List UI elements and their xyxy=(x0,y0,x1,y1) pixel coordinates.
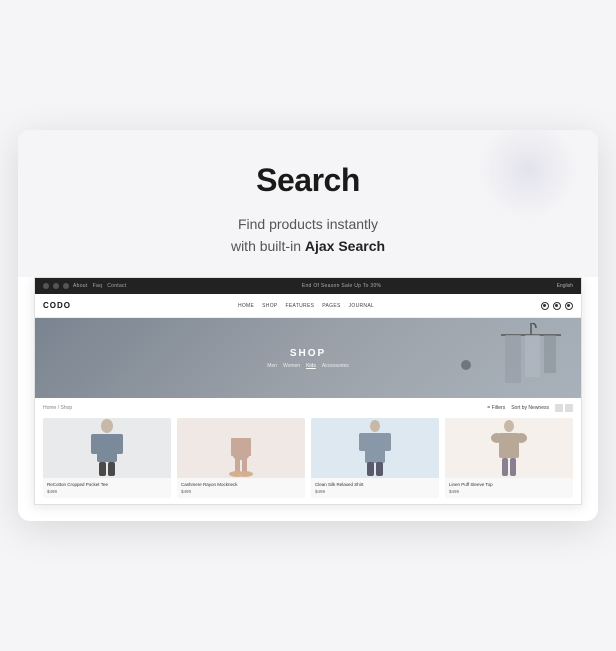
nav-features[interactable]: FEATURES xyxy=(286,303,315,309)
product-card-1: ReCotton Cropped Pocket Tee $499 xyxy=(43,418,171,498)
product-name-3: Clean Silk Relaxed Shirt xyxy=(315,482,435,487)
product-card-2: Cashmere Rayon Mockneck $499 xyxy=(177,418,305,498)
hero-title: SHOP xyxy=(267,348,349,359)
card: Search Find products instantly with buil… xyxy=(18,130,598,522)
topbar-promo: End Of Season Sale Up To 30% xyxy=(302,283,381,289)
product-info-2: Cashmere Rayon Mockneck $499 xyxy=(177,478,305,498)
page-title: Search xyxy=(38,162,578,199)
hero-section: SHOP Men Women Kids Accessories xyxy=(35,318,581,398)
hero-rack xyxy=(491,323,571,398)
nav-links: HOME SHOP FEATURES PAGES JOURNAL xyxy=(238,303,374,309)
subtitle-bold: Ajax Search xyxy=(305,238,385,254)
social-icon-3 xyxy=(63,283,69,289)
product-figure-3 xyxy=(355,418,395,478)
rack-svg xyxy=(491,323,571,398)
product-price-1: $499 xyxy=(47,489,167,494)
subtitle-line2: with built-in xyxy=(231,238,305,254)
filter-button[interactable]: = Filters xyxy=(487,405,505,411)
user-icon[interactable] xyxy=(553,302,561,310)
hero-nav-women[interactable]: Women xyxy=(283,363,300,369)
nav-shop[interactable]: SHOP xyxy=(262,303,277,309)
nav-icons xyxy=(541,302,573,310)
product-price-3: $499 xyxy=(315,489,435,494)
product-name-4: Linen Puff Sleeve Top xyxy=(449,482,569,487)
hero-nav: Men Women Kids Accessories xyxy=(267,363,349,369)
hero-nav-kids[interactable]: Kids xyxy=(306,363,316,369)
top-bar-left: About Faq Contact xyxy=(43,283,127,289)
view-toggle xyxy=(555,404,573,412)
product-image-1 xyxy=(43,418,171,478)
product-image-2 xyxy=(177,418,305,478)
product-price-2: $499 xyxy=(181,489,301,494)
list-view-icon[interactable] xyxy=(565,404,573,412)
social-icon-1 xyxy=(43,283,49,289)
shop-section: Home / Shop = Filters Sort by Newness xyxy=(35,398,581,504)
search-icon[interactable] xyxy=(541,302,549,310)
subtitle: Find products instantly with built-in Aj… xyxy=(38,213,578,258)
topbar-lang: English xyxy=(557,283,573,289)
product-grid: ReCotton Cropped Pocket Tee $499 xyxy=(43,418,573,498)
toolbar-right: = Filters Sort by Newness xyxy=(487,404,573,412)
preview-wrapper: About Faq Contact End Of Season Sale Up … xyxy=(18,277,598,505)
social-icon-2 xyxy=(53,283,59,289)
shop-toolbar: Home / Shop = Filters Sort by Newness xyxy=(43,404,573,412)
product-name-2: Cashmere Rayon Mockneck xyxy=(181,482,301,487)
product-figure-4 xyxy=(489,418,529,478)
hero-nav-men[interactable]: Men xyxy=(267,363,277,369)
product-image-4 xyxy=(445,418,573,478)
product-image-3 xyxy=(311,418,439,478)
nav-pages[interactable]: PAGES xyxy=(322,303,340,309)
product-card-4: Linen Puff Sleeve Top $499 xyxy=(445,418,573,498)
sort-button[interactable]: Sort by Newness xyxy=(511,405,549,411)
product-figure-1 xyxy=(87,418,127,478)
nav-logo: CODO xyxy=(43,301,71,310)
topbar-about: About Faq Contact xyxy=(73,283,127,289)
cart-icon[interactable] xyxy=(565,302,573,310)
product-info-1: ReCotton Cropped Pocket Tee $499 xyxy=(43,478,171,498)
hero-content: SHOP Men Women Kids Accessories xyxy=(267,348,349,369)
product-card-3: Clean Silk Relaxed Shirt $499 xyxy=(311,418,439,498)
browser-mockup: About Faq Contact End Of Season Sale Up … xyxy=(34,277,582,505)
product-info-3: Clean Silk Relaxed Shirt $499 xyxy=(311,478,439,498)
breadcrumb: Home / Shop xyxy=(43,405,72,411)
subtitle-line1: Find products instantly xyxy=(238,216,378,232)
nav-bar: CODO HOME SHOP FEATURES PAGES JOURNAL xyxy=(35,294,581,318)
grid-view-icon[interactable] xyxy=(555,404,563,412)
product-figure-2 xyxy=(221,418,261,478)
nav-journal[interactable]: JOURNAL xyxy=(349,303,374,309)
header-section: Search Find products instantly with buil… xyxy=(18,130,598,278)
product-info-4: Linen Puff Sleeve Top $499 xyxy=(445,478,573,498)
product-price-4: $499 xyxy=(449,489,569,494)
product-name-1: ReCotton Cropped Pocket Tee xyxy=(47,482,167,487)
hero-nav-accessories[interactable]: Accessories xyxy=(322,363,349,369)
nav-home[interactable]: HOME xyxy=(238,303,254,309)
top-bar: About Faq Contact End Of Season Sale Up … xyxy=(35,278,581,294)
